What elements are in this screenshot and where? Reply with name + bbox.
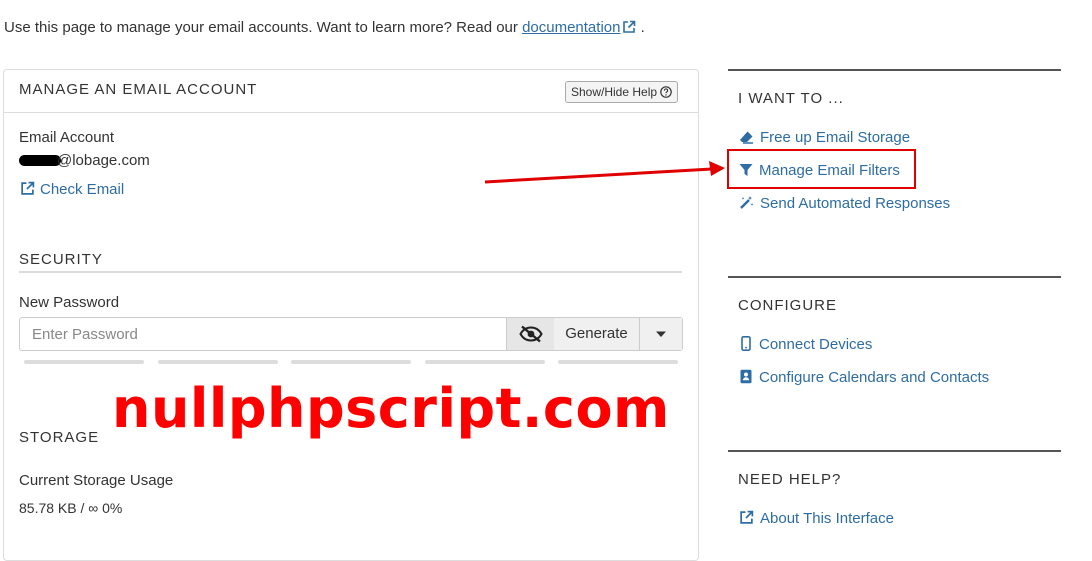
toggle-password-visibility-button[interactable] — [506, 318, 555, 350]
send-automated-responses-link[interactable]: Send Automated Responses — [739, 195, 950, 212]
magic-wand-icon — [740, 196, 754, 209]
i-want-to-title: I WANT TO ... — [738, 90, 844, 107]
panel-title: MANAGE AN EMAIL ACCOUNT — [19, 81, 258, 98]
password-input[interactable] — [20, 318, 505, 350]
need-help-title: NEED HELP? — [738, 471, 842, 488]
generate-password-button[interactable]: Generate — [554, 318, 640, 350]
check-email-label: Check Email — [40, 181, 125, 198]
manage-email-panel: MANAGE AN EMAIL ACCOUNT Show/Hide Help E… — [3, 69, 699, 561]
page-intro: Use this page to manage your email accou… — [4, 19, 645, 36]
connect-devices-label: Connect Devices — [759, 336, 873, 353]
panel-header: MANAGE AN EMAIL ACCOUNT Show/Hide Help — [4, 70, 698, 113]
eraser-icon — [740, 131, 753, 144]
question-circle-icon — [660, 86, 672, 98]
security-divider — [19, 271, 682, 273]
redacted-username — [19, 155, 61, 166]
new-password-label: New Password — [19, 294, 120, 311]
password-strength-segment — [558, 360, 678, 364]
email-account-value: @lobage.com — [19, 152, 150, 169]
external-link-icon[interactable] — [622, 20, 636, 34]
email-account-label: Email Account — [19, 129, 115, 146]
configure-calendars-contacts-label: Configure Calendars and Contacts — [759, 369, 990, 386]
configure-calendars-contacts-link[interactable]: Configure Calendars and Contacts — [739, 369, 989, 386]
password-strength-segment — [291, 360, 411, 364]
password-strength-segment — [24, 360, 144, 364]
password-strength-segment — [158, 360, 278, 364]
check-email-link[interactable]: Check Email — [20, 181, 124, 198]
address-book-icon — [740, 369, 752, 384]
eye-slash-icon — [518, 325, 543, 343]
about-this-interface-label: About This Interface — [760, 510, 894, 527]
free-up-storage-label: Free up Email Storage — [760, 129, 911, 146]
storage-section-title: STORAGE — [19, 429, 100, 446]
show-hide-help-button[interactable]: Show/Hide Help — [565, 81, 679, 103]
external-link-icon — [21, 181, 35, 195]
password-input-group: Generate — [19, 317, 683, 351]
storage-usage-value: 85.78 KB / ∞ 0% — [19, 500, 123, 516]
annotation-arrow — [484, 161, 725, 184]
external-link-icon — [740, 510, 754, 524]
i-want-to-divider — [728, 69, 1061, 71]
documentation-link[interactable]: documentation — [522, 19, 620, 36]
free-up-storage-link[interactable]: Free up Email Storage — [739, 129, 910, 146]
generate-options-dropdown[interactable] — [640, 318, 682, 350]
current-storage-label: Current Storage Usage — [19, 472, 174, 489]
watermark-text: nullphpscript.com — [112, 377, 670, 440]
email-domain: @lobage.com — [57, 152, 150, 169]
intro-suffix: . — [640, 19, 645, 36]
security-section-title: SECURITY — [19, 251, 103, 268]
caret-down-icon — [656, 331, 666, 337]
annotation-highlight-box — [727, 149, 916, 189]
connect-devices-link[interactable]: Connect Devices — [739, 336, 872, 353]
intro-text: Use this page to manage your email accou… — [4, 19, 523, 36]
about-this-interface-link[interactable]: About This Interface — [739, 510, 894, 527]
send-automated-responses-label: Send Automated Responses — [760, 195, 951, 212]
configure-divider — [728, 276, 1061, 278]
help-button-label: Show/Hide Help — [571, 85, 658, 99]
password-strength-segment — [425, 360, 545, 364]
need-help-divider — [728, 450, 1061, 452]
mobile-icon — [741, 336, 751, 351]
configure-title: CONFIGURE — [738, 297, 837, 314]
